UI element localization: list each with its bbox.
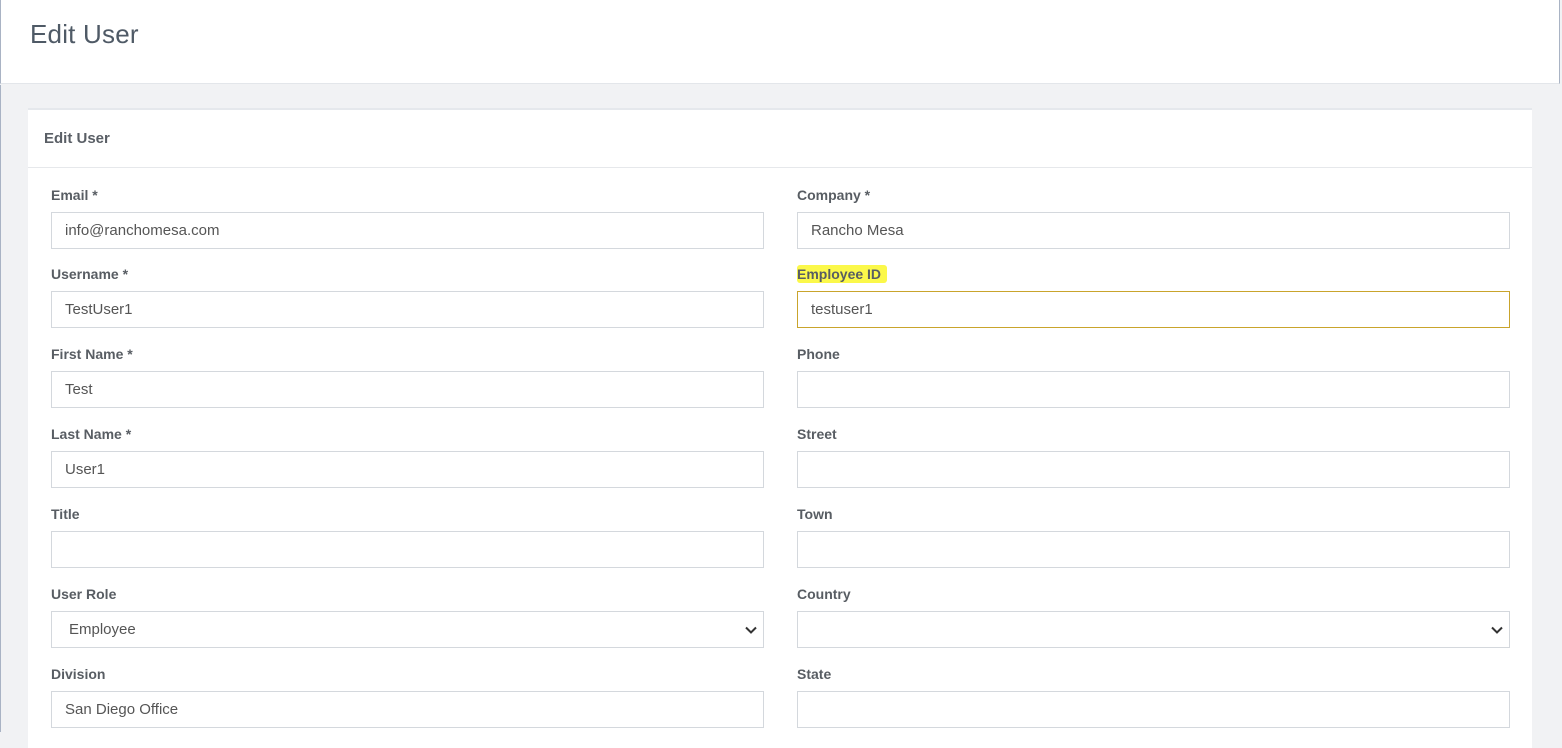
- country-selected-value: [797, 611, 1510, 648]
- first-name-field[interactable]: [51, 371, 764, 408]
- card-title: Edit User: [44, 130, 110, 147]
- title-label: Title: [51, 506, 80, 522]
- company-field[interactable]: [797, 212, 1510, 249]
- title-field[interactable]: [51, 531, 764, 568]
- last-name-field[interactable]: [51, 451, 764, 488]
- page-title: Edit User: [30, 19, 139, 49]
- chevron-down-icon: [1491, 626, 1503, 634]
- division-field[interactable]: [51, 691, 764, 728]
- email-field[interactable]: [51, 212, 764, 249]
- last-name-field-group: Last Name *: [51, 425, 764, 488]
- company-field-group: Company *: [797, 186, 1510, 249]
- country-field-group: Country: [797, 585, 1510, 648]
- chevron-down-icon: [745, 626, 757, 634]
- street-label: Street: [797, 426, 837, 442]
- division-label: Division: [51, 666, 106, 682]
- country-label: Country: [797, 586, 851, 602]
- user-role-field-group: User Role Employee: [51, 585, 764, 648]
- user-role-label: User Role: [51, 586, 117, 602]
- page-header: Edit User: [0, 0, 1560, 84]
- employee-id-field-group: Employee ID: [797, 265, 1510, 328]
- user-role-select[interactable]: Employee: [51, 611, 764, 648]
- town-field-group: Town: [797, 505, 1510, 568]
- town-field[interactable]: [797, 531, 1510, 568]
- last-name-label: Last Name *: [51, 426, 132, 442]
- title-field-group: Title: [51, 505, 764, 568]
- card-header: Edit User: [28, 110, 1532, 168]
- employee-id-label: Employee ID: [797, 265, 888, 283]
- phone-field-group: Phone: [797, 345, 1510, 408]
- town-label: Town: [797, 506, 833, 522]
- street-field[interactable]: [797, 451, 1510, 488]
- phone-field[interactable]: [797, 371, 1510, 408]
- state-field[interactable]: [797, 691, 1510, 728]
- email-label: Email *: [51, 187, 98, 203]
- state-field-group: State: [797, 665, 1510, 728]
- country-select[interactable]: [797, 611, 1510, 648]
- first-name-field-group: First Name *: [51, 345, 764, 408]
- email-field-group: Email *: [51, 186, 764, 249]
- username-field-group: Username *: [51, 265, 764, 328]
- user-role-selected-value: Employee: [51, 611, 764, 648]
- employee-id-field[interactable]: [797, 291, 1510, 328]
- division-field-group: Division: [51, 665, 764, 728]
- username-field[interactable]: [51, 291, 764, 328]
- state-label: State: [797, 666, 832, 682]
- company-label: Company *: [797, 187, 871, 203]
- username-label: Username *: [51, 266, 129, 282]
- first-name-label: First Name *: [51, 346, 133, 362]
- phone-label: Phone: [797, 346, 840, 362]
- street-field-group: Street: [797, 425, 1510, 488]
